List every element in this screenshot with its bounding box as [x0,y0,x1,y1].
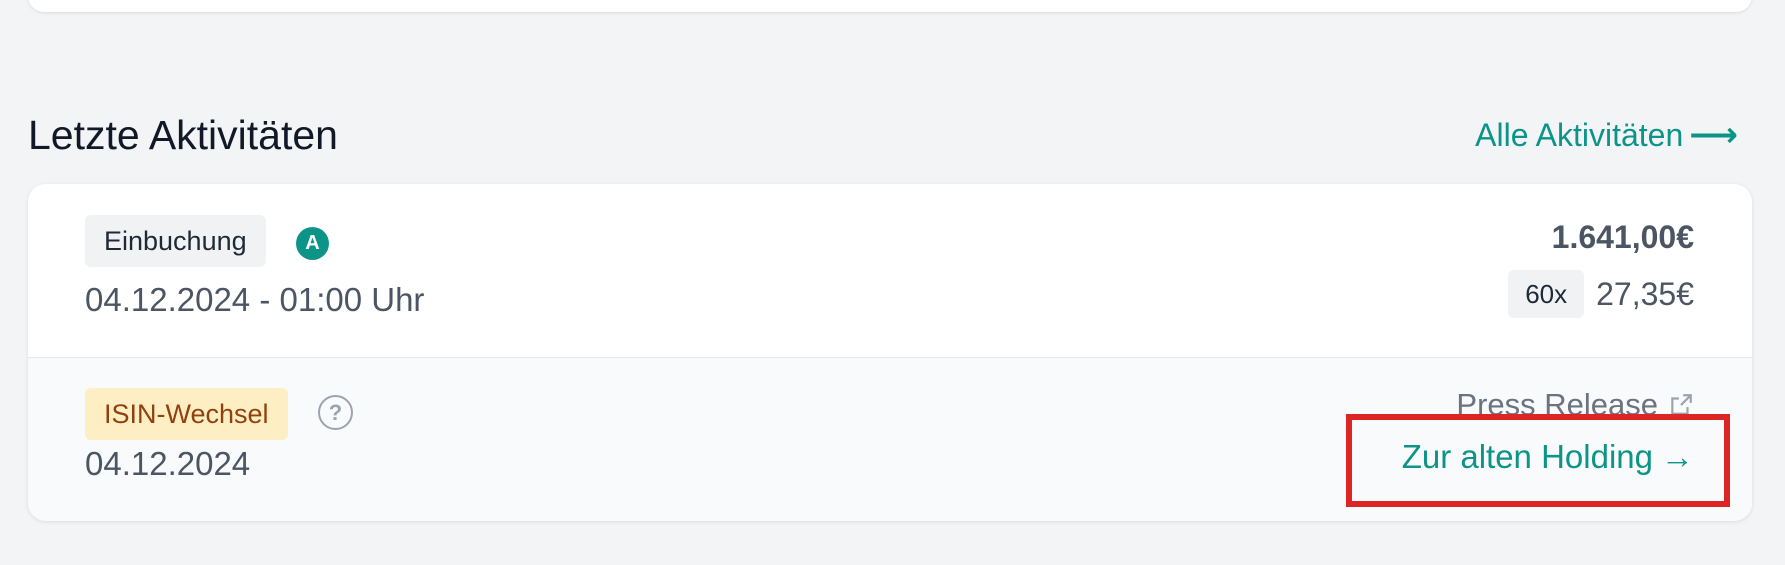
old-holding-link[interactable]: Zur alten Holding → [1401,438,1694,476]
isin-change-date: 04.12.2024 [85,445,251,482]
help-circle-icon[interactable]: ? [318,395,353,430]
all-activities-link[interactable]: Alle Aktivitäten ⟶ [1475,115,1738,155]
activity-row-booking[interactable] [28,184,1752,358]
activities-card: Einbuchung A 04.12.2024 - 01:00 Uhr 1.64… [28,184,1752,521]
arrow-right-icon: → [1661,438,1694,475]
previous-card [28,0,1752,12]
external-link-icon [1671,394,1692,415]
quantity-badge: 60x [1508,270,1585,318]
press-release-label: Press Release [1456,387,1658,422]
activity-amount: 1.641,00€ [1551,219,1694,255]
old-holding-label: Zur alten Holding [1401,438,1653,475]
isin-change-badge: ISIN-Wechsel [85,388,288,440]
activity-type-badge: Einbuchung [85,215,266,267]
all-activities-label: Alle Aktivitäten [1475,116,1684,153]
arrow-right-icon: ⟶ [1689,116,1738,154]
unit-price: 27,35€ [1596,275,1694,312]
quantity-price-line: 60x 27,35€ [1508,270,1694,318]
account-a-icon: A [296,227,329,260]
activity-date: 04.12.2024 - 01:00 Uhr [85,281,425,318]
section-title: Letzte Aktivitäten [28,111,338,158]
press-release-link[interactable]: Press Release [1456,387,1694,423]
activities-header: Letzte Aktivitäten Alle Aktivitäten ⟶ [28,105,1752,165]
